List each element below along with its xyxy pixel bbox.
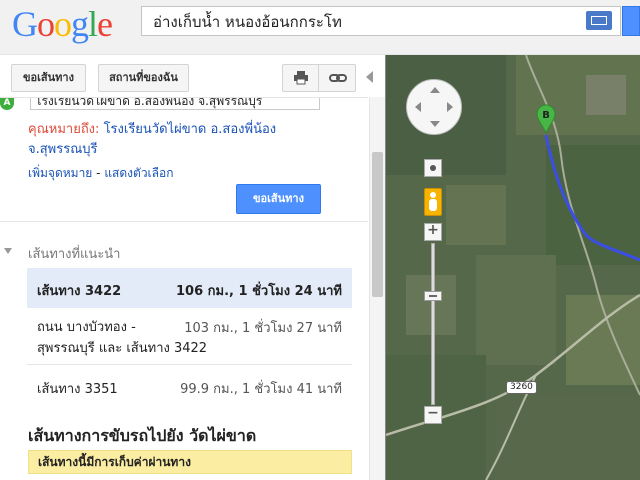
route-option-2[interactable]: ถนน บางบัวทอง - สุพรรณบุรี และ เส้นทาง 34… [27,309,352,365]
zoom-in-button[interactable]: + [424,222,442,241]
route-info: 103 กม., 1 ชั่วโมง 27 นาที [184,321,342,336]
print-icon [294,71,308,85]
driving-directions-heading: เส้นทางการขับรถไปยัง วัดไผ่ขาด [28,426,257,445]
logo-letter-o1: o [37,4,55,44]
link-icon [329,74,347,82]
logo-letter-e: e [97,4,113,44]
collapse-triangle-icon[interactable] [4,248,12,254]
pan-control[interactable] [406,79,462,135]
route-name: ถนน บางบัวทอง - สุพรรณบุรี และ เส้นทาง 34… [37,317,207,359]
pan-left-icon[interactable] [415,102,421,112]
road-number-label: 3260 [506,381,537,394]
minus-icon: − [427,405,439,421]
destination-link-line2[interactable]: จ.สุพรรณบุรี [28,138,98,159]
add-destination-link[interactable]: เพิ่มจุดหมาย [28,166,92,180]
pan-up-icon[interactable] [430,87,440,93]
form-links: เพิ่มจุดหมาย - แสดงตัวเลือก [28,164,173,183]
google-logo[interactable]: Google [12,3,113,45]
search-button[interactable] [622,6,640,36]
marker-a-icon: A [0,98,14,110]
pan-right-icon[interactable] [447,102,453,112]
top-bar: Google [0,0,640,55]
marker-b-label: B [542,110,550,121]
print-button[interactable] [282,64,319,92]
logo-letter-g: G [12,4,38,44]
get-directions-button[interactable]: ขอเส้นทาง [236,184,321,214]
divider [0,221,368,222]
zoom-slider-thumb[interactable] [424,291,442,301]
scrollbar-thumb[interactable] [372,152,383,297]
keyboard-icon[interactable] [586,11,612,30]
scrollbar[interactable] [369,97,386,480]
route-name: เส้นทาง 3422 [37,284,122,299]
pan-down-icon[interactable] [430,121,440,127]
show-options-link[interactable]: แสดงตัวเลือก [104,166,173,180]
my-location-button[interactable] [424,159,442,177]
route-name: เส้นทาง 3351 [37,382,118,397]
logo-letter-g2: g [71,4,89,44]
route-info: 106 กม., 1 ชั่วโมง 24 นาที [176,284,342,299]
search-input[interactable] [151,8,575,36]
directions-button[interactable]: ขอเส้นทาง [11,64,86,92]
destination-link[interactable]: โรงเรียนวัดไผ่ขาด อ.สองพี่น้อง [104,122,277,137]
pegman-icon[interactable] [424,188,442,216]
collapse-panel-icon[interactable] [366,71,373,83]
location-dot-icon [430,165,436,171]
destination-suggestion: คุณหมายถึง: โรงเรียนวัดไผ่ขาด อ.สองพี่น้… [28,118,276,139]
links-separator: - [92,166,105,180]
logo-letter-l: l [88,4,98,44]
zoom-out-button[interactable]: − [424,405,442,424]
destination-label: คุณหมายถึง: [28,122,100,137]
route-name-line1: ถนน บางบัวทอง - [37,320,136,335]
logo-letter-o2: o [54,4,72,44]
origin-input[interactable]: โรงเรียนวัดไผ่ขาด อ.สองพี่น้อง จ.สุพรรณบ… [30,98,320,110]
route-name-line2: สุพรรณบุรี และ เส้นทาง 3422 [37,341,208,356]
my-places-button[interactable]: สถานที่ของฉัน [98,64,189,92]
toll-notice: เส้นทางนี้มีการเก็บค่าผ่านทาง [28,450,352,474]
route-option-3[interactable]: เส้นทาง 3351 99.9 กม., 1 ชั่วโมง 41 นาที [27,366,352,406]
plus-icon: + [427,222,439,238]
directions-scroll-area[interactable]: A โรงเรียนวัดไผ่ขาด อ.สองพี่น้อง จ.สุพรร… [0,97,368,480]
satellite-map[interactable]: + − B 3260 [386,55,640,480]
link-button[interactable] [318,64,356,92]
marker-b-icon[interactable]: B [536,104,556,134]
suggested-routes-heading: เส้นทางที่แนะนำ [28,247,121,262]
zoom-slider-track[interactable] [431,243,435,405]
route-option-1[interactable]: เส้นทาง 3422 106 กม., 1 ชั่วโมง 24 นาที [27,268,352,308]
route-info: 99.9 กม., 1 ชั่วโมง 41 นาที [180,382,342,397]
left-panel: ขอเส้นทาง สถานที่ของฉัน A โรงเรียนวัดไผ่… [0,55,386,480]
search-box [141,6,621,36]
